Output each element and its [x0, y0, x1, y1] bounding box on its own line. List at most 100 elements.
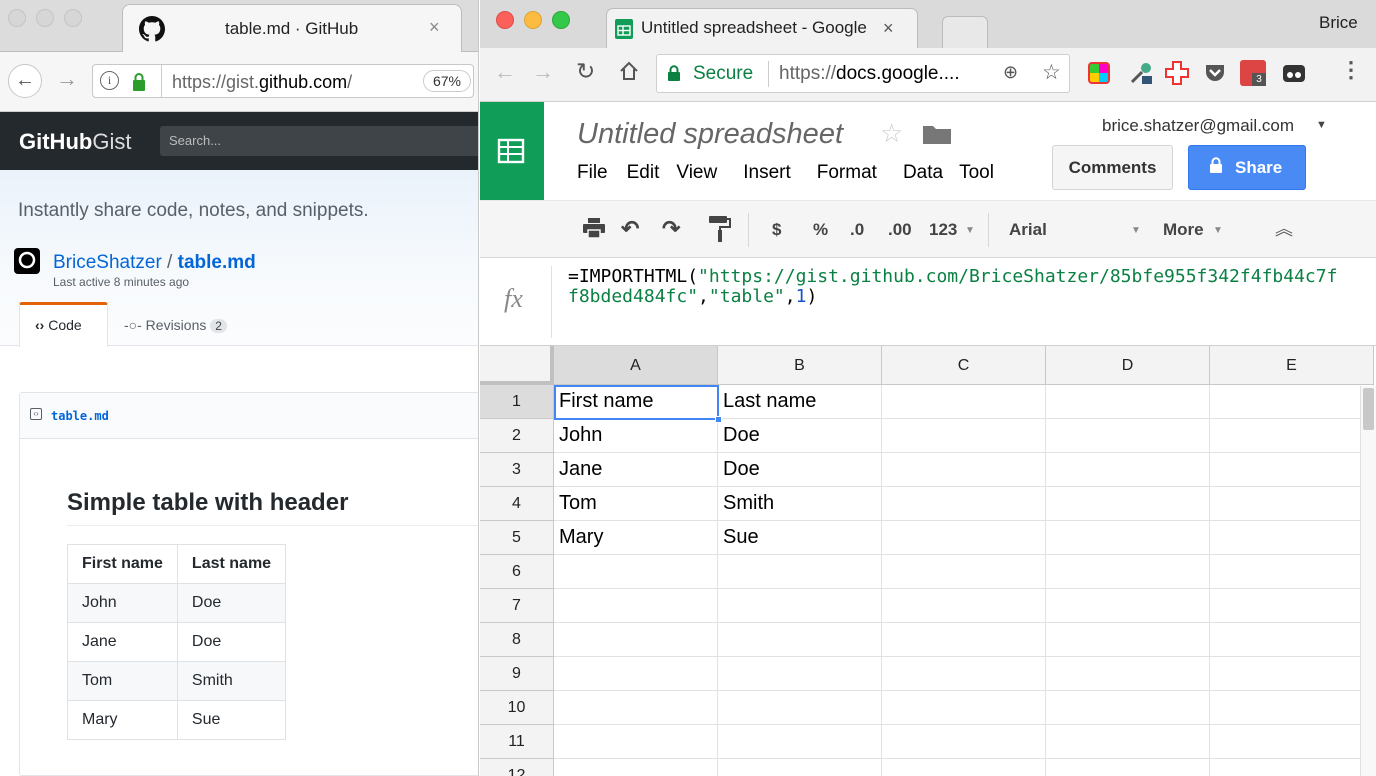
bookmark-star-icon[interactable]: ☆ [1042, 60, 1061, 85]
cell-a6[interactable] [554, 555, 718, 589]
row-header[interactable]: 5 [480, 521, 554, 555]
cell-a1[interactable]: First name [554, 385, 718, 419]
cell-b5[interactable]: Sue [718, 521, 882, 555]
row-header[interactable]: 1 [480, 385, 554, 419]
menu-tools[interactable]: Tool [959, 162, 994, 184]
zoom-level-badge[interactable]: 67% [423, 70, 471, 92]
cell-c6[interactable] [882, 555, 1046, 589]
redo-icon[interactable]: ↷ [662, 216, 680, 242]
tab-close-icon[interactable]: × [883, 18, 894, 39]
chrome-menu-icon[interactable]: ⋮ [1340, 57, 1362, 83]
cell-b11[interactable] [718, 725, 882, 759]
cell-b3[interactable]: Doe [718, 453, 882, 487]
cell-e8[interactable] [1210, 623, 1374, 657]
paint-format-icon[interactable] [709, 216, 731, 247]
select-all-corner[interactable] [480, 346, 554, 385]
font-dropdown[interactable]: Arial [1009, 220, 1047, 240]
menu-view[interactable]: View [676, 162, 717, 184]
cell-a9[interactable] [554, 657, 718, 691]
cell-d1[interactable] [1046, 385, 1210, 419]
more-button[interactable]: More [1163, 220, 1204, 240]
menu-data[interactable]: Data [903, 162, 943, 184]
percent-format-button[interactable]: % [813, 220, 828, 240]
pocket-icon[interactable] [1204, 63, 1226, 88]
cell-c9[interactable] [882, 657, 1046, 691]
row-header[interactable]: 10 [480, 691, 554, 725]
cell-c8[interactable] [882, 623, 1046, 657]
cell-e2[interactable] [1210, 419, 1374, 453]
cell-b9[interactable] [718, 657, 882, 691]
cell-e12[interactable] [1210, 759, 1374, 776]
formula-input[interactable]: =IMPORTHTML("https://gist.github.com/Bri… [568, 267, 1337, 307]
account-chevron-down-icon[interactable]: ▼ [1316, 119, 1327, 131]
cell-c10[interactable] [882, 691, 1046, 725]
account-email[interactable]: brice.shatzer@gmail.com [1102, 116, 1294, 136]
menu-format[interactable]: Format [817, 162, 877, 184]
cell-a7[interactable] [554, 589, 718, 623]
cell-d3[interactable] [1046, 453, 1210, 487]
cell-d5[interactable] [1046, 521, 1210, 555]
minimize-window-button[interactable] [524, 11, 542, 29]
minimize-window-button[interactable] [36, 9, 54, 27]
extension-color-icon[interactable] [1088, 62, 1110, 84]
cell-a10[interactable] [554, 691, 718, 725]
row-header[interactable]: 3 [480, 453, 554, 487]
cell-a11[interactable] [554, 725, 718, 759]
cell-d2[interactable] [1046, 419, 1210, 453]
comments-button[interactable]: Comments [1052, 145, 1173, 190]
cell-e4[interactable] [1210, 487, 1374, 521]
cell-e10[interactable] [1210, 691, 1374, 725]
share-button[interactable]: Share [1188, 145, 1306, 190]
file-name-link[interactable]: table.md [51, 409, 109, 423]
home-icon[interactable] [619, 61, 639, 86]
cell-c5[interactable] [882, 521, 1046, 555]
cell-d7[interactable] [1046, 589, 1210, 623]
cell-a2[interactable]: John [554, 419, 718, 453]
cell-b4[interactable]: Smith [718, 487, 882, 521]
cell-a8[interactable] [554, 623, 718, 657]
forward-arrow-icon[interactable]: → [56, 66, 78, 92]
forward-arrow-icon[interactable]: → [532, 59, 554, 85]
close-window-button[interactable] [8, 9, 26, 27]
fill-handle[interactable] [715, 416, 722, 423]
tab-gist[interactable]: table.md · GitHub × [122, 4, 462, 52]
owner-link[interactable]: BriceShatzer [53, 252, 162, 273]
vertical-scrollbar[interactable] [1360, 386, 1376, 776]
cell-c11[interactable] [882, 725, 1046, 759]
cell-a5[interactable]: Mary [554, 521, 718, 555]
row-header[interactable]: 9 [480, 657, 554, 691]
cell-c2[interactable] [882, 419, 1046, 453]
tab-close-icon[interactable]: × [429, 17, 440, 38]
cell-d9[interactable] [1046, 657, 1210, 691]
cell-b2[interactable]: Doe [718, 419, 882, 453]
cell-b1[interactable]: Last name [718, 385, 882, 419]
zoom-icon[interactable]: ⊕ [1003, 62, 1018, 83]
doc-title[interactable]: Untitled spreadsheet [577, 118, 843, 151]
back-arrow-icon[interactable]: ← [494, 59, 516, 85]
cell-b8[interactable] [718, 623, 882, 657]
cell-e11[interactable] [1210, 725, 1374, 759]
folder-icon[interactable] [923, 124, 951, 149]
url-field[interactable]: i https://gist.github.com/ 67% [92, 64, 474, 98]
undo-icon[interactable]: ↶ [621, 216, 639, 242]
menu-edit[interactable]: Edit [627, 162, 660, 184]
omnibox[interactable]: Secure https://docs.google.... ⊕ ☆ [656, 54, 1070, 93]
row-header[interactable]: 11 [480, 725, 554, 759]
search-input[interactable]: Search... [160, 126, 478, 156]
row-header[interactable]: 12 [480, 759, 554, 776]
cell-b12[interactable] [718, 759, 882, 776]
extension-cross-icon[interactable] [1164, 60, 1190, 91]
cell-c12[interactable] [882, 759, 1046, 776]
cell-c3[interactable] [882, 453, 1046, 487]
cell-e6[interactable] [1210, 555, 1374, 589]
gist-logo[interactable]: GitHubGist [19, 129, 131, 155]
cell-c7[interactable] [882, 589, 1046, 623]
cell-d10[interactable] [1046, 691, 1210, 725]
cell-b7[interactable] [718, 589, 882, 623]
cell-a4[interactable]: Tom [554, 487, 718, 521]
cell-c4[interactable] [882, 487, 1046, 521]
zoom-window-button[interactable] [552, 11, 570, 29]
column-header-c[interactable]: C [882, 346, 1046, 385]
extension-badge-icon[interactable]: 3 [1240, 60, 1266, 86]
cell-c1[interactable] [882, 385, 1046, 419]
